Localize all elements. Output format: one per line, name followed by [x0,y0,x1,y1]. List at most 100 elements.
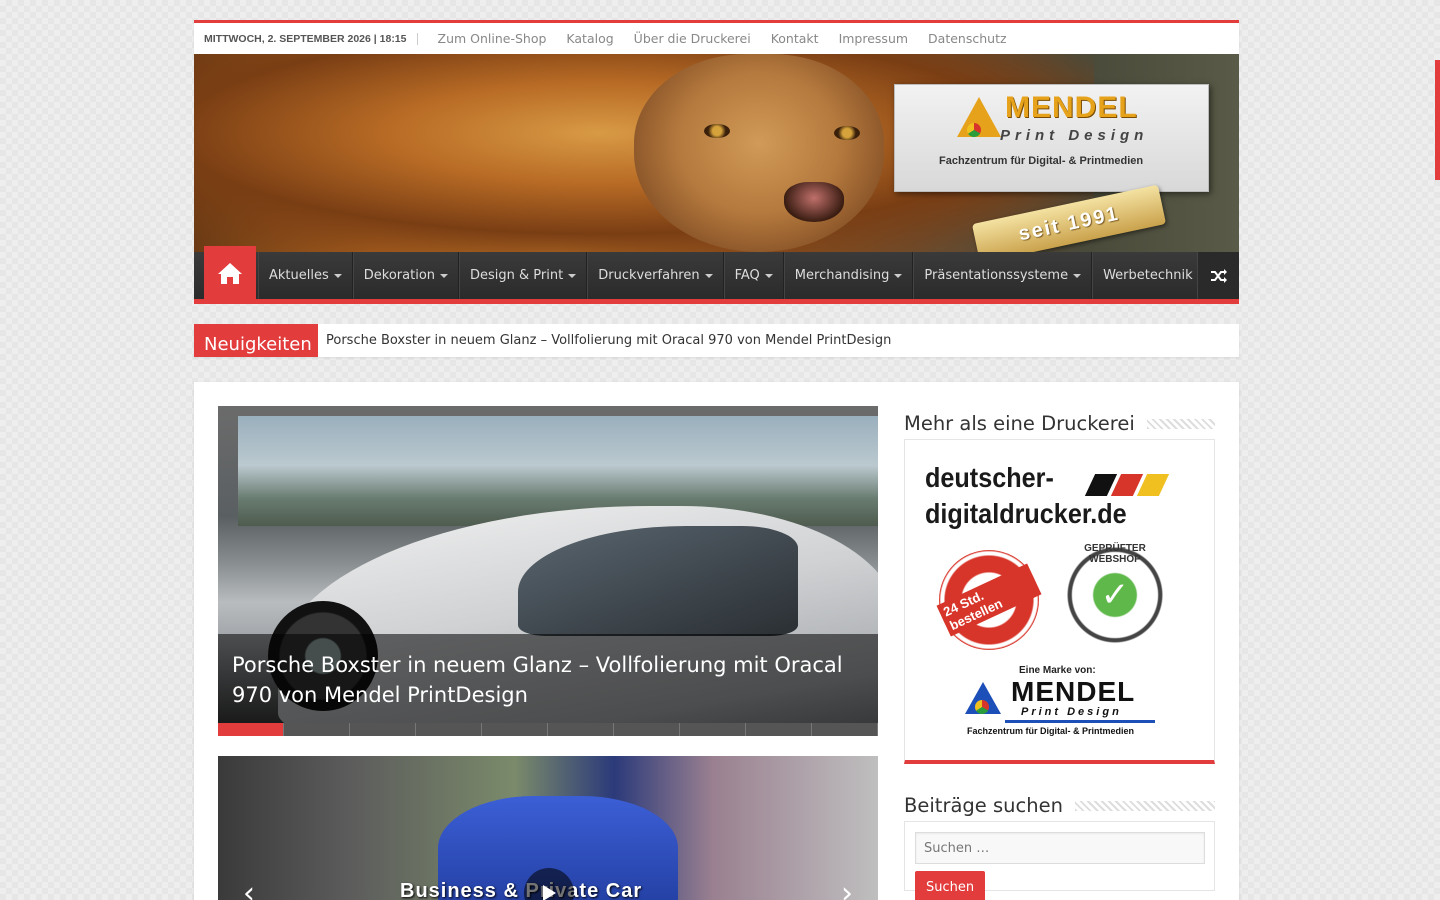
nav-label: Dekoration [363,268,436,283]
caret-down-icon [333,273,342,278]
brand-of-label: Eine Marke von: [1019,665,1096,676]
top-link-online-shop[interactable]: Zum Online-Shop [428,31,557,46]
ad-title-line2: digitaldrucker.de [925,498,1127,529]
top-link-datenschutz[interactable]: Datenschutz [918,31,1017,46]
play-icon [543,885,556,900]
search-widget-title: Beiträge suchen [904,794,1215,817]
verified-webshop-text: GEPRÜFTER WEBSHOP [1084,543,1146,565]
top-link-katalog[interactable]: Katalog [556,31,623,46]
header-banner[interactable]: MENDEL Print Design Fachzentrum für Digi… [194,54,1239,252]
nav-item-druckverfahren[interactable]: Druckverfahren [587,252,724,299]
nav-label: FAQ [734,268,760,283]
lion-face-image [634,54,884,252]
logo-dot-icon [967,123,981,137]
main-nav: Aktuelles Dekoration Design & Print Druc… [194,246,1239,304]
nav-item-faq[interactable]: FAQ [723,252,784,299]
content-area: Porsche Boxster in neuem Glanz – Vollfol… [194,382,1239,900]
ad-content: deutscher- digitaldrucker.de 24 Std. bes… [925,460,1195,745]
nav-label: Werbetechnik [1103,268,1193,283]
search-widget: Suchen [904,821,1215,900]
slide-dot[interactable] [284,723,350,736]
video-title: Business & Private Car [400,880,643,900]
logo-tagline: Fachzentrum für Digital- & Printmedien [939,155,1144,167]
slide-dot[interactable] [548,723,614,736]
mendel-logo-small: MENDEL Print Design Fachzentrum für Digi… [965,676,1195,746]
nav-label: Merchandising [794,268,890,283]
scroll-accent [1435,60,1440,180]
nav-item-dekoration[interactable]: Dekoration [352,252,460,299]
slide-dot[interactable] [812,723,878,736]
ad-widget-title: Mehr als eine Druckerei [904,412,1215,435]
nav-item-merchandising[interactable]: Merchandising [783,252,914,299]
sidebar: Mehr als eine Druckerei deutscher- digit… [904,412,1215,900]
top-link-impressum[interactable]: Impressum [829,31,918,46]
order-24h-badge-text: 24 Std. bestellen [936,563,1042,637]
slide-dot[interactable] [614,723,680,736]
lion-eye-left [704,124,730,138]
page-wrapper: MITTWOCH, 2. SEPTEMBER 2026 | 18:15 Zum … [194,20,1239,900]
caret-down-icon [568,273,577,278]
top-bar: MITTWOCH, 2. SEPTEMBER 2026 | 18:15 Zum … [194,20,1239,54]
random-post-button[interactable] [1197,252,1239,299]
caret-down-icon [440,273,449,278]
site-logo[interactable]: MENDEL Print Design Fachzentrum für Digi… [894,84,1209,192]
order-24h-badge: 24 Std. bestellen [936,550,1042,650]
caret-down-icon [704,273,713,278]
lion-nose [784,182,844,222]
top-link-ueber[interactable]: Über die Druckerei [624,31,761,46]
lion-eye-right [834,126,860,140]
brand-tagline: Fachzentrum für Digital- & Printmedien [967,726,1135,736]
brand-underline [1005,720,1155,723]
home-button[interactable] [204,246,256,299]
caret-down-icon [894,273,903,278]
slider-next-button[interactable]: › [832,875,862,900]
title-stripes [1074,800,1215,811]
brand-name: MENDEL [1011,676,1136,707]
german-flag-icon [1084,474,1170,496]
main-menu: Aktuelles Dekoration Design & Print Druc… [258,252,1217,299]
logo-title: MENDEL [1005,91,1138,124]
slide-dot[interactable] [350,723,416,736]
caret-down-icon [764,273,773,278]
chevron-right-icon: › [841,875,853,900]
search-widget-title-text: Beiträge suchen [904,794,1063,817]
nav-label: Druckverfahren [598,268,700,283]
current-date: MITTWOCH, 2. SEPTEMBER 2026 | 18:15 [204,32,418,45]
home-icon [218,262,242,284]
logo-subtitle: Print Design [1000,127,1149,144]
car-window [518,526,798,636]
nav-item-design-print[interactable]: Design & Print [459,252,588,299]
nav-item-praesentationssysteme[interactable]: Präsentationssysteme [913,252,1093,299]
video-slider[interactable]: Business & Private Car ‹ › [218,756,878,900]
brand-sub: Print Design [1021,706,1122,718]
nav-label: Präsentationssysteme [924,268,1069,283]
slide-dot[interactable] [482,723,548,736]
title-stripes [1146,418,1215,429]
slide-caption[interactable]: Porsche Boxster in neuem Glanz – Vollfol… [218,634,878,723]
ad-banner[interactable]: deutscher- digitaldrucker.de 24 Std. bes… [904,439,1215,764]
nav-item-aktuelles[interactable]: Aktuelles [258,252,353,299]
checkmark-icon: ✓ [1100,575,1130,615]
slider-prev-button[interactable]: ‹ [234,875,264,900]
shuffle-icon [1210,268,1227,283]
verified-webshop-badge: ✓ GEPRÜFTER WEBSHOP [1065,543,1165,645]
slide-dot[interactable] [416,723,482,736]
nav-label: Aktuelles [269,268,329,283]
search-input[interactable] [915,832,1205,864]
logo-dot-icon [975,700,989,714]
slide-pagination [218,723,878,736]
top-link-kontakt[interactable]: Kontakt [761,31,829,46]
slide-dot[interactable] [218,723,284,736]
nav-label: Design & Print [470,268,564,283]
search-button[interactable]: Suchen [915,871,986,900]
chevron-left-icon: ‹ [243,875,255,900]
slide-dot[interactable] [746,723,812,736]
city-panorama-backdrop [238,416,878,526]
slide-dot[interactable] [680,723,746,736]
featured-slider[interactable]: Porsche Boxster in neuem Glanz – Vollfol… [218,406,878,736]
ad-widget-title-text: Mehr als eine Druckerei [904,412,1135,435]
caret-down-icon [1073,273,1082,278]
slide-caption-text: Porsche Boxster in neuem Glanz – Vollfol… [232,653,843,707]
breaking-news-bar: Neuigkeiten Porsche Boxster in neuem Gla… [194,324,1239,357]
breaking-news-link[interactable]: Porsche Boxster in neuem Glanz – Vollfol… [318,324,899,357]
